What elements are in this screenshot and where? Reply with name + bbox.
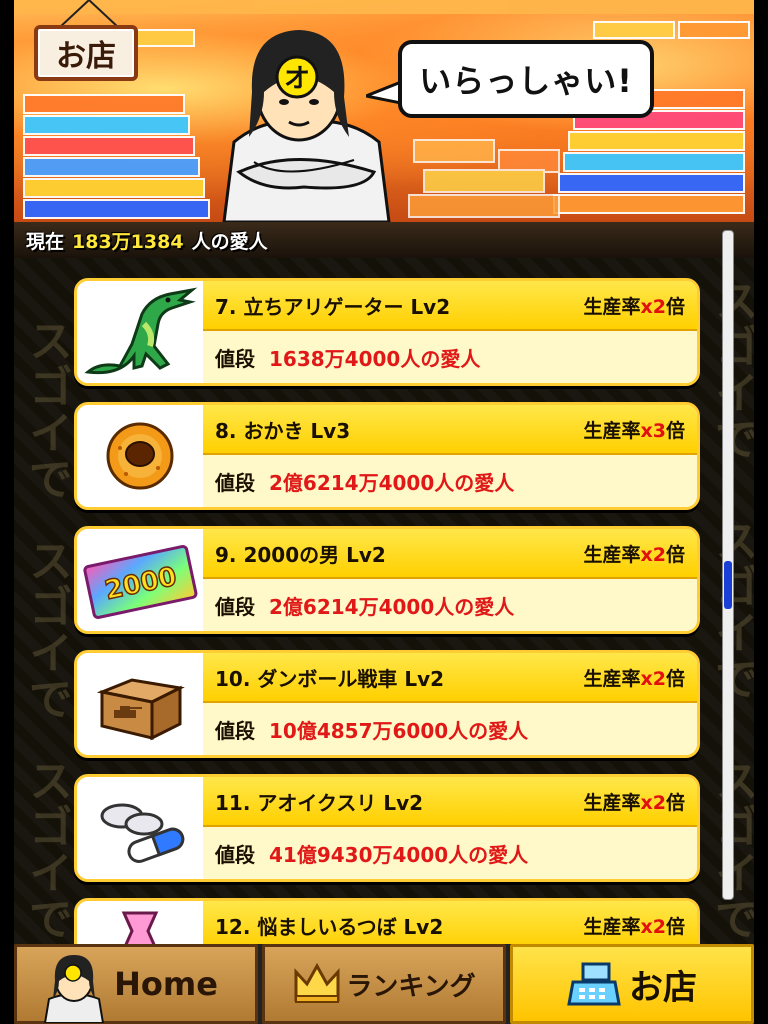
- item-production-rate: 生産率x2倍: [583, 543, 685, 566]
- shopkeeper-speech-bubble: いらっしゃい!: [398, 40, 654, 118]
- scrollbar-thumb[interactable]: [724, 561, 732, 609]
- shop-item-12[interactable]: 12. 悩ましいるつぼ Lv2 生産率x2倍: [74, 898, 700, 944]
- nav-ranking-button[interactable]: ランキング: [262, 944, 506, 1024]
- item-production-rate: 生産率x3倍: [583, 419, 685, 442]
- item-header: 11. アオイクスリ Lv2 生産率x2倍: [203, 777, 697, 827]
- shop-item-list[interactable]: スゴイで スゴイで スゴイで スゴイで スゴイで スゴイで 7. 立ちアリゲータ…: [14, 258, 754, 944]
- shop-item-7[interactable]: 7. 立ちアリゲーター Lv2 生産率x2倍 値段 1638万4000人の愛人: [74, 278, 700, 386]
- shopkeeper-face-icon: [43, 955, 105, 1023]
- status-amount: 183万1384: [72, 230, 184, 253]
- shop-item-9[interactable]: 2000 9. 2000の男 Lv2 生産率x2倍 値段 2億6214万4000…: [74, 526, 700, 634]
- price-label: 値段: [215, 842, 255, 867]
- item-header: 9. 2000の男 Lv2 生産率x2倍: [203, 529, 697, 579]
- price-value: 1638万4000人の愛人: [269, 346, 481, 371]
- item-price-row: 値段 41億9430万4000人の愛人: [203, 827, 697, 879]
- shopkeeper-character-icon: オ: [222, 30, 391, 222]
- cash-register-icon: [567, 962, 621, 1006]
- current-lovers-status: 現在 183万1384 人の愛人: [14, 222, 754, 258]
- nav-shop-button[interactable]: お店: [510, 944, 754, 1024]
- price-label: 値段: [215, 470, 255, 495]
- status-suffix: 人の愛人: [191, 230, 268, 253]
- price-value: 10億4857万6000人の愛人: [269, 718, 529, 743]
- bottom-navigation: Home ランキング お店: [14, 944, 754, 1024]
- shop-item-11[interactable]: 11. アオイクスリ Lv2 生産率x2倍 値段 41億9430万4000人の愛…: [74, 774, 700, 882]
- price-label: 値段: [215, 718, 255, 743]
- price-value: 2億6214万4000人の愛人: [269, 594, 515, 619]
- pills-icon: [77, 777, 203, 879]
- list-scrollbar[interactable]: [722, 230, 734, 900]
- status-prefix: 現在: [26, 230, 65, 253]
- item-name: 10. ダンボール戦車 Lv2: [215, 666, 445, 691]
- ticket-2000-icon: 2000: [77, 529, 203, 631]
- nav-ranking-label: ランキング: [346, 971, 476, 1002]
- shop-item-8[interactable]: 8. おかき Lv3 生産率x3倍 値段 2億6214万4000人の愛人: [74, 402, 700, 510]
- item-name: 12. 悩ましいるつぼ Lv2: [215, 914, 444, 939]
- donut-icon: [77, 405, 203, 507]
- item-price-row: 値段 2億6214万4000人の愛人: [203, 579, 697, 631]
- pink-vase-icon: [77, 901, 203, 944]
- shop-item-10[interactable]: 10. ダンボール戦車 Lv2 生産率x2倍 値段 10億4857万6000人の…: [74, 650, 700, 758]
- item-name: 11. アオイクスリ Lv2: [215, 790, 424, 815]
- item-price-row: 値段 10億4857万6000人の愛人: [203, 703, 697, 755]
- badge-hanging-strings: [58, 0, 120, 28]
- item-name: 8. おかき Lv3: [215, 418, 351, 443]
- item-name: 9. 2000の男 Lv2: [215, 542, 386, 567]
- item-production-rate: 生産率x2倍: [583, 791, 685, 814]
- background-watermark-text: スゴイで: [21, 758, 72, 942]
- nav-home-button[interactable]: Home: [14, 944, 258, 1024]
- shop-title-badge: お店: [34, 25, 138, 81]
- item-production-rate: 生産率x2倍: [583, 295, 685, 318]
- item-production-rate: 生産率x2倍: [583, 667, 685, 690]
- item-header: 8. おかき Lv3 生産率x3倍: [203, 405, 697, 455]
- nav-shop-label: お店: [629, 967, 697, 1008]
- price-label: 値段: [215, 346, 255, 371]
- price-value: 2億6214万4000人の愛人: [269, 470, 515, 495]
- background-watermark-text: スゴイで: [21, 538, 72, 722]
- item-header: 12. 悩ましいるつぼ Lv2 生産率x2倍: [203, 901, 697, 944]
- item-name: 7. 立ちアリゲーター Lv2: [215, 294, 451, 319]
- price-value: 41億9430万4000人の愛人: [269, 842, 529, 867]
- item-price-row: 値段 1638万4000人の愛人: [203, 331, 697, 383]
- crown-icon: [294, 962, 340, 1003]
- price-label: 値段: [215, 594, 255, 619]
- item-header: 10. ダンボール戦車 Lv2 生産率x2倍: [203, 653, 697, 703]
- shop-header-scene: お店 オ いらっしゃい!: [14, 0, 754, 222]
- item-header: 7. 立ちアリゲーター Lv2 生産率x2倍: [203, 281, 697, 331]
- background-watermark-text: スゴイで: [21, 318, 72, 502]
- item-price-row: 値段 2億6214万4000人の愛人: [203, 455, 697, 507]
- alligator-icon: [77, 281, 203, 383]
- cardboard-box-icon: [77, 653, 203, 755]
- shopkeeper-mark: オ: [284, 64, 310, 94]
- nav-home-label: Home: [114, 965, 218, 1003]
- item-production-rate: 生産率x2倍: [583, 915, 685, 938]
